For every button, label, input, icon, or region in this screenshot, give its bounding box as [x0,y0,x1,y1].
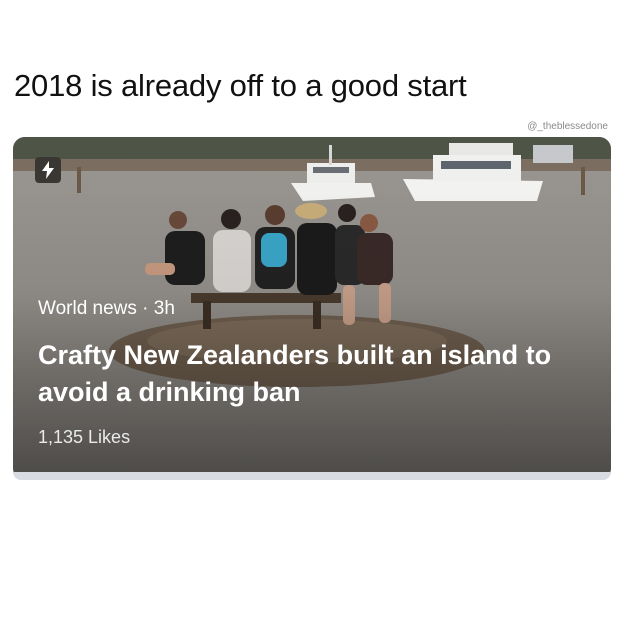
meta-separator: · [136,298,154,319]
post-age: 3h [153,298,175,319]
news-card[interactable]: World news · 3h Crafty New Zealanders bu… [13,137,611,480]
likes-count[interactable]: 1,135 Likes [38,427,130,448]
card-bottom-edge [13,472,611,480]
category-link[interactable]: World news [38,298,137,319]
lightning-bolt-icon [42,161,54,179]
news-headline[interactable]: Crafty New Zealanders built an island to… [38,337,598,411]
card-meta: World news · 3h [38,298,175,320]
breaking-badge [35,157,61,183]
post-caption: 2018 is already off to a good start [14,68,467,103]
watermark-handle: @_theblessedone [527,121,608,132]
